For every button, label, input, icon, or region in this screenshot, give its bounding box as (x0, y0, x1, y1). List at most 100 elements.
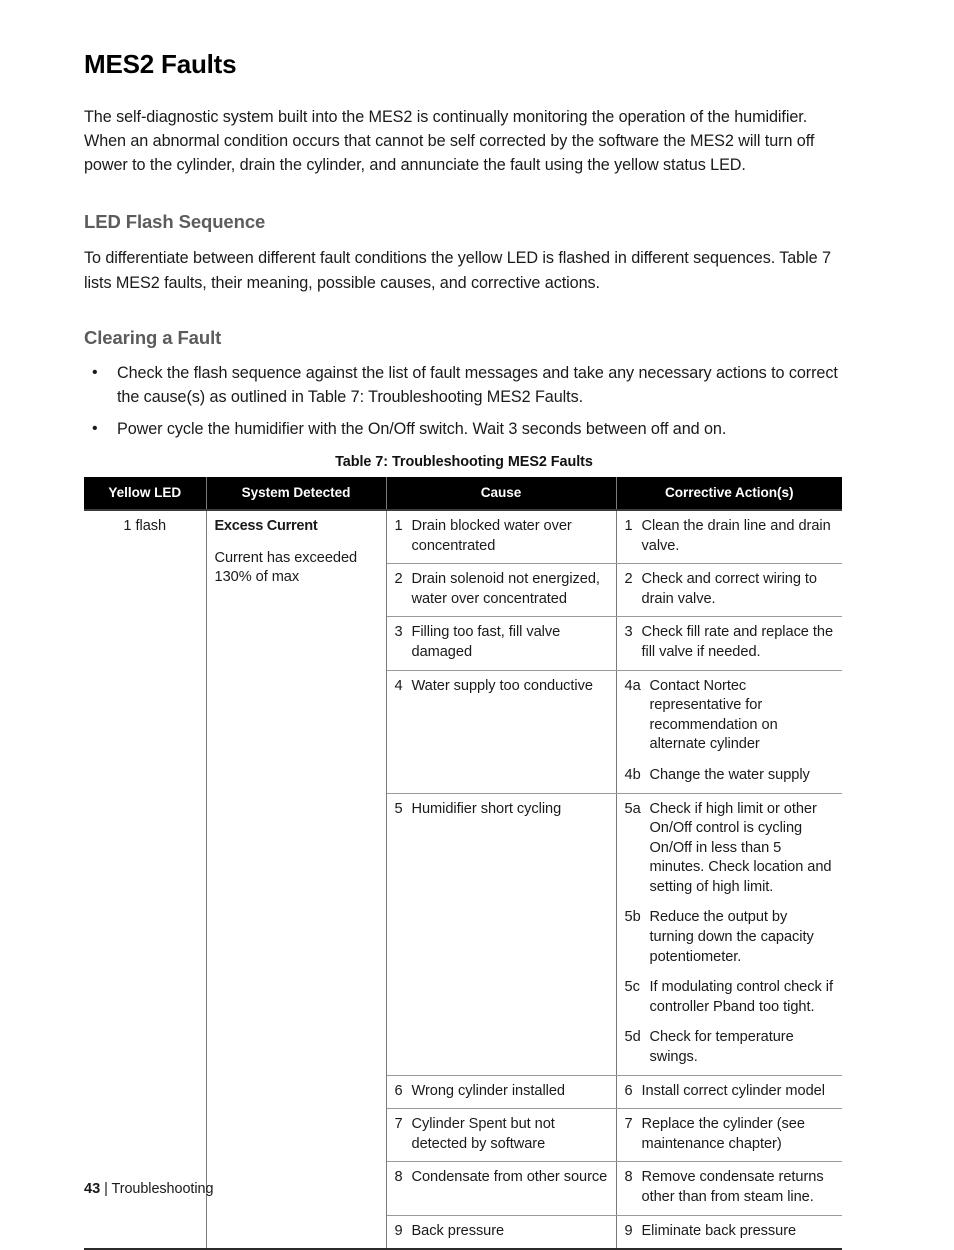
action-number: 5b (624, 909, 641, 926)
column-header-corrective-actions: Corrective Action(s) (615, 476, 842, 510)
table-caption: Table 7: Troubleshooting MES2 Faults (335, 453, 593, 470)
cell-cause: 2 Drain solenoid not energized, water ov… (386, 563, 617, 618)
footer-separator: | (104, 1181, 108, 1197)
action-number: 6 (624, 1082, 633, 1099)
clearing-a-fault-list: • Check the flash sequence against the l… (84, 361, 844, 441)
cause-item: 3 Filling too fast, fill valve damaged (395, 623, 608, 662)
cause-number: 1 (394, 517, 403, 534)
list-item: • Check the flash sequence against the l… (84, 361, 844, 410)
action-item: 8 Remove condensate returns other than f… (625, 1168, 835, 1207)
action-item: 4b Change the water supply (625, 766, 835, 786)
cell-cause: 7 Cylinder Spent but not detected by sof… (386, 1108, 617, 1163)
cell-corrective-action: 2 Check and correct wiring to drain valv… (616, 563, 842, 618)
cause-number: 5 (394, 800, 403, 817)
action-item: 5b Reduce the output by turning down the… (625, 908, 835, 967)
action-number: 2 (624, 571, 633, 588)
bullet-icon: • (92, 364, 98, 382)
cause-item: 8 Condensate from other source (395, 1168, 608, 1188)
action-number: 4b (624, 766, 641, 783)
action-item: 5d Check for temperature swings. (625, 1028, 835, 1067)
cause-item: 6 Wrong cylinder installed (395, 1082, 608, 1102)
action-text: Check fill rate and replace the fill val… (641, 624, 834, 660)
cell-corrective-action: 3 Check fill rate and replace the fill v… (616, 616, 842, 671)
action-text: Contact Nortec representative for recomm… (649, 677, 778, 753)
action-text: Change the water supply (649, 766, 810, 783)
page-footer: 43 | Troubleshooting (84, 1181, 213, 1197)
list-item-text: Check the flash sequence against the lis… (117, 364, 838, 407)
action-item: 2 Check and correct wiring to drain valv… (625, 570, 835, 609)
footer-page-number: 43 (84, 1181, 101, 1197)
action-item: 9 Eliminate back pressure (625, 1222, 835, 1242)
cell-corrective-action: 9 Eliminate back pressure (616, 1215, 842, 1249)
action-text: Reduce the output by turning down the ca… (649, 909, 814, 965)
cause-text: Wrong cylinder installed (411, 1082, 566, 1099)
cause-number: 8 (394, 1169, 403, 1186)
cell-cause: 5 Humidifier short cycling (386, 793, 617, 1076)
footer-chapter-name: Troubleshooting (111, 1181, 214, 1197)
list-item-text: Power cycle the humidifier with the On/O… (117, 419, 727, 438)
led-flash-sequence-paragraph: To differentiate between different fault… (84, 249, 831, 292)
action-number: 3 (624, 624, 633, 641)
cell-cause: 3 Filling too fast, fill valve damaged (386, 616, 617, 671)
cell-corrective-action: 7 Replace the cylinder (see maintenance … (616, 1108, 842, 1163)
action-item: 5a Check if high limit or other On/Off c… (625, 800, 835, 898)
cause-number: 6 (394, 1082, 403, 1099)
cause-text: Drain solenoid not energized, water over… (411, 571, 600, 607)
action-number: 1 (624, 517, 633, 534)
system-detected-title: Excess Current (214, 517, 318, 534)
cause-text: Water supply too conductive (411, 677, 593, 694)
cause-number: 4 (394, 677, 403, 694)
action-text: Replace the cylinder (see maintenance ch… (641, 1116, 805, 1152)
cell-system-detected: Excess Current Current has exceeded 130%… (206, 509, 387, 1250)
section-heading-clearing-a-fault: Clearing a Fault (84, 327, 222, 349)
cause-number: 2 (394, 571, 403, 588)
intro-paragraph: The self-diagnostic system built into th… (84, 107, 815, 175)
action-number: 5c (624, 979, 640, 996)
cell-cause: 9 Back pressure (386, 1215, 617, 1250)
cell-corrective-action: 4a Contact Nortec representative for rec… (616, 670, 842, 794)
action-text: If modulating control check if controlle… (649, 979, 834, 1015)
cause-text: Humidifier short cycling (411, 800, 562, 817)
cell-corrective-action: 6 Install correct cylinder model (616, 1075, 842, 1110)
cell-cause: 8 Condensate from other source (386, 1161, 617, 1216)
troubleshooting-table: Yellow LED System Detected Cause Correct… (84, 476, 842, 1250)
column-header-system-detected: System Detected (205, 476, 386, 510)
action-text: Check for temperature swings. (649, 1029, 794, 1066)
action-number: 5a (624, 800, 641, 817)
cause-item: 1 Drain blocked water over concentrated (395, 517, 608, 556)
cause-number: 3 (394, 624, 403, 641)
cause-item: 5 Humidifier short cycling (395, 800, 608, 820)
cell-corrective-action: 1 Clean the drain line and drain valve. (616, 509, 842, 565)
action-item: 4a Contact Nortec representative for rec… (625, 677, 835, 755)
column-header-cause: Cause (385, 476, 616, 510)
action-item: 6 Install correct cylinder model (625, 1082, 835, 1102)
action-text: Clean the drain line and drain valve. (641, 517, 831, 554)
table-header: Yellow LED System Detected Cause Correct… (84, 476, 842, 510)
cause-text: Back pressure (411, 1222, 505, 1239)
page-title: MES2 Faults (84, 49, 237, 79)
action-text: Check and correct wiring to drain valve. (641, 571, 818, 607)
action-number: 9 (624, 1222, 633, 1239)
cause-item: 4 Water supply too conductive (395, 677, 608, 697)
table-row: 1 flash Excess Current Current has excee… (84, 509, 842, 1250)
cause-number: 9 (394, 1222, 403, 1239)
cause-text: Cylinder Spent but not detected by softw… (411, 1116, 555, 1152)
cause-text: Filling too fast, fill valve damaged (411, 624, 561, 660)
page-content: MES2 Faults The self-diagnostic system b… (84, 50, 844, 1250)
cause-text: Condensate from other source (411, 1169, 608, 1186)
cell-cause: 1 Drain blocked water over concentrated (386, 509, 617, 565)
action-number: 8 (624, 1169, 633, 1186)
cell-corrective-action: 5a Check if high limit or other On/Off c… (616, 793, 842, 1076)
system-detected-description: Current has exceeded 130% of max (214, 549, 358, 586)
list-item: • Power cycle the humidifier with the On… (84, 417, 844, 441)
cell-corrective-action: 8 Remove condensate returns other than f… (616, 1161, 842, 1216)
action-text: Install correct cylinder model (641, 1082, 825, 1099)
action-item: 3 Check fill rate and replace the fill v… (625, 623, 835, 662)
cause-number: 7 (394, 1116, 403, 1133)
cell-cause: 4 Water supply too conductive (386, 670, 617, 794)
cell-yellow-led: 1 flash (84, 509, 207, 1250)
bullet-icon: • (92, 419, 98, 437)
document-page: MES2 Faults The self-diagnostic system b… (0, 0, 954, 1250)
table-header-row: Yellow LED System Detected Cause Correct… (84, 476, 842, 510)
table-body: 1 flash Excess Current Current has excee… (84, 509, 842, 1250)
